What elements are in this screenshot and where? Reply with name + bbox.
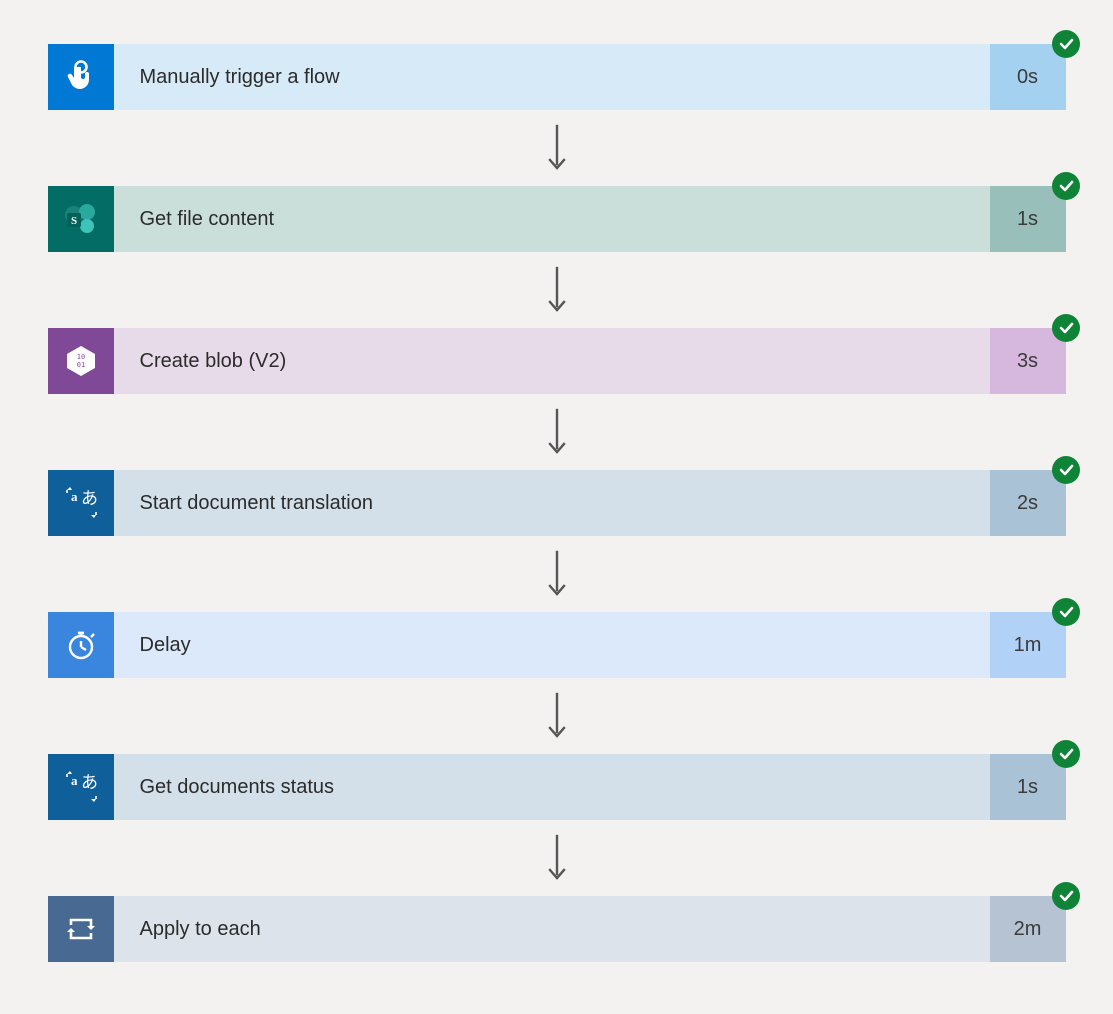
sharepoint-icon bbox=[48, 186, 114, 252]
success-check-icon bbox=[1052, 882, 1080, 910]
step-label: Create blob (V2) bbox=[114, 328, 990, 394]
flow-step[interactable]: Apply to each2m bbox=[48, 896, 1066, 962]
success-check-icon bbox=[1052, 740, 1080, 768]
blob-icon bbox=[48, 328, 114, 394]
flow-step[interactable]: Delay1m bbox=[48, 612, 1066, 678]
step-label: Delay bbox=[114, 612, 990, 678]
connector-arrow bbox=[546, 252, 568, 328]
step-duration: 1s bbox=[990, 754, 1066, 820]
step-duration: 2m bbox=[990, 896, 1066, 962]
step-label: Apply to each bbox=[114, 896, 990, 962]
step-label: Get documents status bbox=[114, 754, 990, 820]
step-duration: 0s bbox=[990, 44, 1066, 110]
flow-step[interactable]: Start document translation2s bbox=[48, 470, 1066, 536]
loop-icon bbox=[48, 896, 114, 962]
success-check-icon bbox=[1052, 30, 1080, 58]
success-check-icon bbox=[1052, 314, 1080, 342]
flow-step[interactable]: Get documents status1s bbox=[48, 754, 1066, 820]
success-check-icon bbox=[1052, 598, 1080, 626]
connector-arrow bbox=[546, 536, 568, 612]
success-check-icon bbox=[1052, 172, 1080, 200]
connector-arrow bbox=[546, 678, 568, 754]
touch-icon bbox=[48, 44, 114, 110]
flow-step[interactable]: Create blob (V2)3s bbox=[48, 328, 1066, 394]
flow-step[interactable]: Manually trigger a flow0s bbox=[48, 44, 1066, 110]
connector-arrow bbox=[546, 110, 568, 186]
step-label: Start document translation bbox=[114, 470, 990, 536]
step-label: Get file content bbox=[114, 186, 990, 252]
step-duration: 1m bbox=[990, 612, 1066, 678]
delay-icon bbox=[48, 612, 114, 678]
connector-arrow bbox=[546, 820, 568, 896]
step-duration: 1s bbox=[990, 186, 1066, 252]
translate-icon bbox=[48, 754, 114, 820]
connector-arrow bbox=[546, 394, 568, 470]
step-duration: 3s bbox=[990, 328, 1066, 394]
flow-step[interactable]: Get file content1s bbox=[48, 186, 1066, 252]
translate-icon bbox=[48, 470, 114, 536]
success-check-icon bbox=[1052, 456, 1080, 484]
step-duration: 2s bbox=[990, 470, 1066, 536]
step-label: Manually trigger a flow bbox=[114, 44, 990, 110]
